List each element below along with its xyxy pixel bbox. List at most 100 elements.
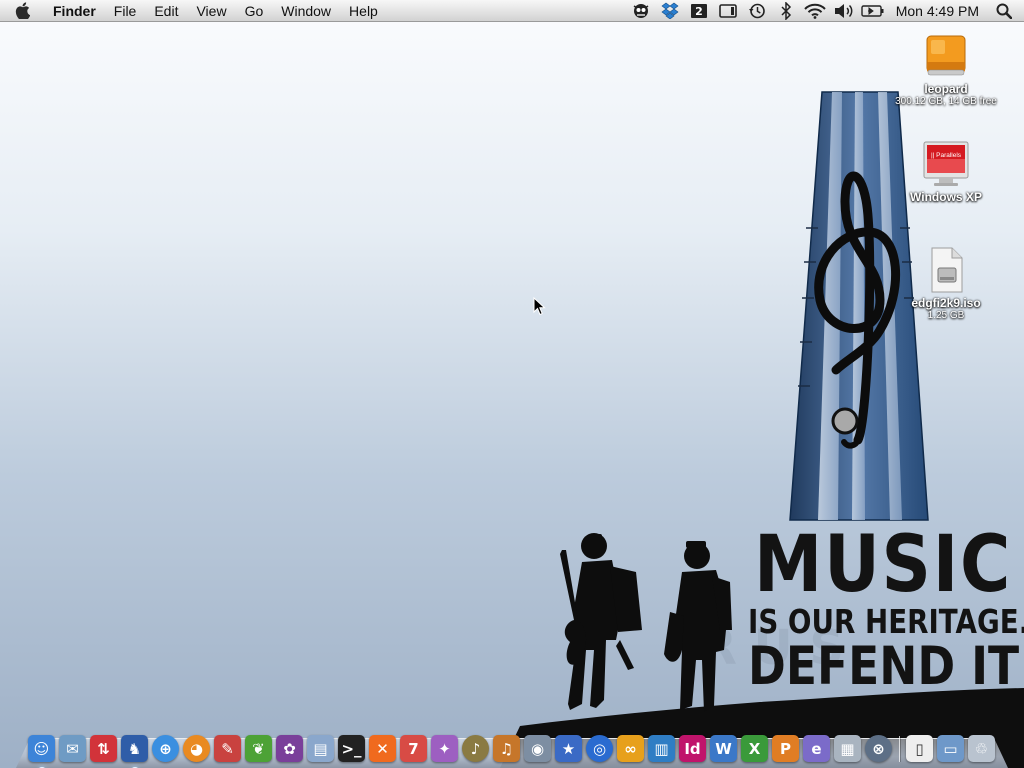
- dock-item[interactable]: ▥: [646, 728, 677, 762]
- dock-item[interactable]: ◎: [584, 728, 615, 762]
- dock: ☺ ✉ ⇅ ♞ ⊕ ◕ ✎ ❦ ✿ ▤ >_ ✕ 7 ✦ ♪ ♫ ◉ ★ ◎ ∞ ▥ Id W X Pe ▦ ⊗ ▯ ▭ ♲: [26, 722, 997, 768]
- dock-item[interactable]: ♲: [966, 728, 997, 762]
- desktop-icon-label: Windows XP: [910, 190, 982, 204]
- apple-menu-icon[interactable]: [0, 0, 44, 22]
- safari-icon: ⊕: [152, 735, 179, 762]
- desktop-icon-windows-xp[interactable]: || Parallels Windows XP: [886, 140, 1006, 204]
- menu-bar-left: Finder File Edit View Go Window Help: [0, 0, 387, 22]
- desktop-icon-info: 1.25 GB: [927, 310, 965, 321]
- mouse-pointer-icon: [533, 297, 546, 316]
- dock-item[interactable]: ✿: [274, 728, 305, 762]
- network-globe-icon: ⊗: [865, 735, 892, 762]
- imovie-icon: ★: [555, 735, 582, 762]
- parallels-badge: || Parallels: [931, 152, 962, 159]
- hard-drive-icon: [926, 35, 966, 76]
- dock-item[interactable]: X: [739, 728, 770, 762]
- linkage-icon: ∞: [617, 735, 644, 762]
- word-icon: W: [710, 735, 737, 762]
- menu-clock[interactable]: Mon 4:49 PM: [888, 0, 989, 22]
- desktop-icon-info: 300.12 GB, 14 GB free: [895, 96, 997, 107]
- spaces-number: 2: [695, 5, 703, 18]
- dock-item[interactable]: Id: [677, 728, 708, 762]
- parallels-vm-icon: || Parallels: [923, 141, 969, 186]
- finder-icon: ☺: [28, 735, 55, 762]
- dock-item[interactable]: P: [770, 728, 801, 762]
- wallpaper-line-defend: DEFEND IT: [748, 636, 1020, 697]
- books-icon: ▥: [648, 735, 675, 762]
- dock-item[interactable]: ★: [553, 728, 584, 762]
- chat-bubble-icon: ✦: [431, 735, 458, 762]
- wifi-icon[interactable]: [801, 0, 830, 22]
- dock-item[interactable]: ✉: [57, 728, 88, 762]
- dock-item[interactable]: ▤: [305, 728, 336, 762]
- dock-item[interactable]: ⊕: [150, 728, 181, 762]
- desktop-icon-edgfi2k9-iso[interactable]: edgfi2k9.iso 1.25 GB: [886, 246, 1006, 321]
- powerpoint-icon: P: [772, 735, 799, 762]
- dock-item[interactable]: ♪: [460, 728, 491, 762]
- dock-item[interactable]: ✎: [212, 728, 243, 762]
- wallpaper-line-music: MUSIC: [754, 520, 1013, 610]
- calculator-icon: ▦: [834, 735, 861, 762]
- dock-item[interactable]: ▭: [935, 728, 966, 762]
- dock-item[interactable]: >_: [336, 728, 367, 762]
- adium-icon: ♞: [121, 735, 148, 762]
- spotlight-icon[interactable]: [989, 0, 1018, 22]
- menu-file[interactable]: File: [105, 0, 146, 22]
- saxophonist-silhouette: [664, 541, 732, 712]
- dropbox-icon[interactable]: [656, 0, 685, 22]
- menu-bar-extras: 2 Mon 4:49 PM: [627, 0, 1024, 22]
- folder-stack-icon: ▭: [937, 735, 964, 762]
- menu-help[interactable]: Help: [340, 0, 387, 22]
- ical-icon: 7: [400, 735, 427, 762]
- dock-item[interactable]: ☺: [26, 728, 57, 768]
- menu-go[interactable]: Go: [236, 0, 273, 22]
- menu-view[interactable]: View: [187, 0, 235, 22]
- cssedit-icon: ✎: [214, 735, 241, 762]
- bug-monitor-icon[interactable]: [627, 0, 656, 22]
- firefox-icon: ◕: [183, 735, 210, 762]
- desktop-icon-leopard[interactable]: leopard 300.12 GB, 14 GB free: [886, 32, 1006, 107]
- dock-item[interactable]: ▦: [832, 728, 863, 762]
- spaces-icon[interactable]: 2: [685, 0, 714, 22]
- document-stack-icon: ▯: [906, 735, 933, 762]
- excel-icon: X: [741, 735, 768, 762]
- menu-window[interactable]: Window: [272, 0, 340, 22]
- time-machine-icon[interactable]: [743, 0, 772, 22]
- dock-separator: [894, 732, 904, 762]
- dock-item[interactable]: W: [708, 728, 739, 762]
- mail-icon: ✉: [59, 735, 86, 762]
- dock-item[interactable]: ⇅: [88, 728, 119, 762]
- menu-edit[interactable]: Edit: [145, 0, 187, 22]
- xampp-icon: ✕: [369, 735, 396, 762]
- itunes-icon: ♪: [462, 735, 489, 762]
- dock-item[interactable]: ♞: [119, 728, 150, 768]
- desktop-icon-label: leopard: [924, 82, 968, 96]
- entourage-icon: e: [803, 735, 830, 762]
- volume-icon[interactable]: [830, 0, 859, 22]
- guitarist-silhouette: [560, 533, 642, 710]
- battery-icon[interactable]: [859, 0, 888, 22]
- disk-image-icon: [931, 247, 963, 293]
- dock-item[interactable]: ∞: [615, 728, 646, 762]
- terminal-icon: >_: [338, 735, 365, 762]
- bluetooth-icon[interactable]: [772, 0, 801, 22]
- dock-item[interactable]: ♫: [491, 728, 522, 762]
- dock-item[interactable]: ✕: [367, 728, 398, 762]
- dock-item[interactable]: ◕: [181, 728, 212, 762]
- textmate-icon: ✿: [276, 735, 303, 762]
- coda-icon: ❦: [245, 735, 272, 762]
- treble-clef-graphic: [814, 171, 901, 449]
- dock-item[interactable]: ▯: [904, 728, 935, 762]
- menu-bar: Finder File Edit View Go Window Help 2 M…: [0, 0, 1024, 22]
- dock-item[interactable]: ✦: [429, 728, 460, 762]
- display-icon[interactable]: [714, 0, 743, 22]
- menu-app-finder[interactable]: Finder: [44, 0, 105, 22]
- trash-icon: ♲: [968, 735, 995, 762]
- dock-item[interactable]: ⊗: [863, 728, 894, 762]
- dock-item[interactable]: ◉: [522, 728, 553, 762]
- dock-item[interactable]: 7: [398, 728, 429, 762]
- dock-item[interactable]: e: [801, 728, 832, 762]
- sequel-pro-icon: ▤: [307, 735, 334, 762]
- dvd-player-icon: ◎: [586, 735, 613, 762]
- dock-item[interactable]: ❦: [243, 728, 274, 762]
